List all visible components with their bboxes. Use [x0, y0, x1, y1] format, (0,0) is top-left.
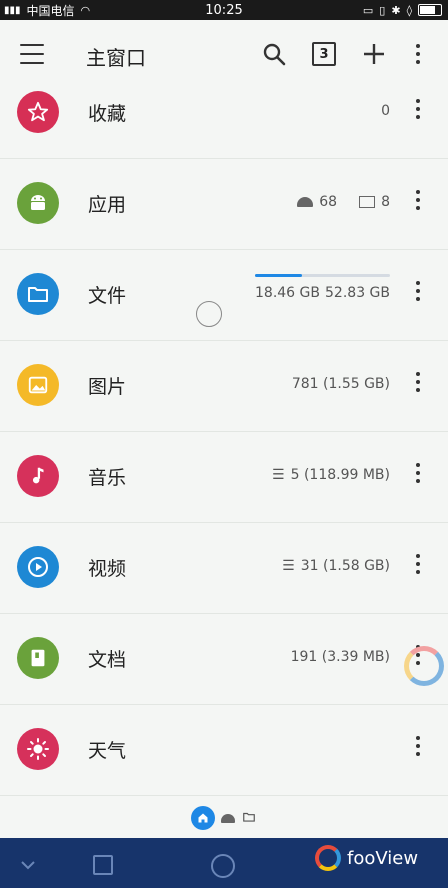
item-info: 191 (3.39 MB): [290, 649, 390, 665]
back-icon[interactable]: [20, 856, 36, 875]
list-item-apps[interactable]: 应用 68 8: [0, 159, 448, 250]
list-item-files[interactable]: 文件 18.46 GB 52.83 GB: [0, 250, 448, 341]
search-icon[interactable]: [260, 40, 288, 68]
item-label: 图片: [88, 376, 127, 398]
item-more-icon[interactable]: [412, 372, 424, 396]
status-bar: ▮▮▮ 中国电信 ◠ 10:25 ▭ ▯ ✱ ◊: [0, 0, 448, 20]
item-info: 68 8: [297, 194, 390, 210]
playlist-icon: ☰: [282, 558, 295, 574]
list-item-videos[interactable]: 视频 ☰ 31 (1.58 GB): [0, 523, 448, 614]
play-icon: [17, 546, 59, 588]
home-list: 收藏 0 应用 68 8 文件 18.46 GB 52.83 GB 图片 781…: [0, 68, 448, 796]
tab-count: 3: [312, 42, 336, 66]
item-more-icon[interactable]: [412, 99, 424, 123]
storage-bar-fill: [255, 274, 303, 277]
touch-indicator: [196, 301, 222, 327]
playlist-icon: ☰: [272, 467, 285, 483]
battery-icon: [418, 4, 442, 16]
list-item-favorites[interactable]: 收藏 0: [0, 68, 448, 159]
list-item-pictures[interactable]: 图片 781 (1.55 GB): [0, 341, 448, 432]
folder-tab-icon[interactable]: [241, 809, 257, 828]
fooview-logo-icon: [315, 845, 341, 871]
home-icon[interactable]: [211, 854, 235, 878]
loading-spinner-icon: [404, 646, 444, 686]
storage-usage: 18.46 GB 52.83 GB: [255, 274, 390, 301]
add-icon[interactable]: [360, 40, 388, 68]
item-label: 收藏: [88, 103, 127, 125]
menu-icon[interactable]: [20, 44, 44, 64]
app-count-icon: [297, 197, 314, 207]
bottom-tab-bar: [0, 800, 448, 836]
folder-icon: [17, 273, 59, 315]
item-info: ☰ 31 (1.58 GB): [282, 558, 390, 574]
book-icon: [17, 637, 59, 679]
home-tab-icon[interactable]: [191, 806, 215, 830]
list-item-music[interactable]: 音乐 ☰ 5 (118.99 MB): [0, 432, 448, 523]
star-icon: [17, 91, 59, 133]
storage-used: 18.46 GB: [255, 285, 320, 301]
status-time: 10:25: [205, 2, 243, 18]
item-more-icon[interactable]: [412, 281, 424, 305]
item-label: 音乐: [88, 467, 127, 489]
list-item-documents[interactable]: 文档 191 (3.39 MB): [0, 614, 448, 705]
sun-icon: [17, 728, 59, 770]
item-label: 文档: [88, 649, 127, 671]
item-label: 天气: [88, 740, 127, 762]
overflow-menu-icon[interactable]: [404, 40, 432, 68]
item-info: ☰ 5 (118.99 MB): [272, 467, 390, 483]
watermark: fooView: [315, 845, 418, 871]
item-label: 应用: [88, 194, 127, 216]
storage-bar: [255, 274, 390, 277]
android-icon: [17, 182, 59, 224]
recents-icon[interactable]: [93, 855, 113, 875]
page-title: 主窗口: [86, 46, 146, 70]
watermark-text: fooView: [347, 847, 419, 869]
item-info: 781 (1.55 GB): [291, 376, 390, 392]
item-label: 文件: [88, 285, 127, 307]
item-info: 0: [381, 103, 390, 119]
storage-total: 52.83 GB: [325, 285, 390, 301]
item-more-icon[interactable]: [412, 554, 424, 578]
music-note-icon: [17, 455, 59, 497]
list-item-weather[interactable]: 天气: [0, 705, 448, 796]
item-more-icon[interactable]: [412, 736, 424, 760]
apps-tab-icon[interactable]: [221, 813, 235, 823]
tabs-button[interactable]: 3: [310, 40, 338, 68]
image-count-icon: [359, 196, 376, 208]
item-more-icon[interactable]: [412, 463, 424, 487]
image-icon: [17, 364, 59, 406]
item-label: 视频: [88, 558, 127, 580]
item-more-icon[interactable]: [412, 190, 424, 214]
